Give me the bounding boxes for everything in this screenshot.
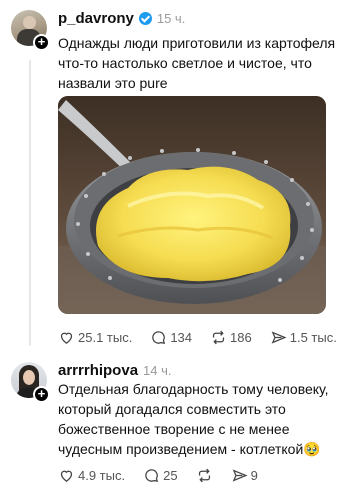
heart-icon — [60, 470, 73, 482]
post-actions: 25.1 тыс. 134 186 1.5 тыс. — [58, 329, 355, 346]
post-text: Отдельная благодарность тому человеку, к… — [58, 381, 329, 457]
username[interactable]: p_davrony — [58, 10, 134, 27]
like-count: 4.9 тыс. — [78, 468, 126, 483]
post-actions: 4.9 тыс. 25 9 — [58, 467, 276, 484]
avatar-container[interactable]: + — [11, 362, 50, 403]
comment-icon — [145, 469, 159, 482]
reply-post: + arrrrhipova 14 ч. Отдельная благодарно… — [0, 350, 360, 499]
comment-button[interactable]: 25 — [143, 467, 178, 484]
share-icon — [232, 469, 248, 482]
post-header: p_davrony 15 ч. — [58, 10, 185, 27]
like-button[interactable]: 4.9 тыс. — [58, 467, 125, 484]
comment-icon — [152, 331, 166, 344]
post-time: 15 ч. — [156, 11, 186, 26]
thread-connector-line — [29, 60, 31, 346]
repost-icon — [212, 330, 225, 345]
repost-count: 186 — [230, 330, 252, 345]
avatar-face — [23, 370, 35, 385]
follow-plus-icon[interactable]: + — [33, 34, 50, 51]
share-count: 1.5 тыс. — [289, 330, 337, 345]
mashed-potatoes-photo — [58, 96, 326, 314]
post-time: 14 ч. — [143, 363, 172, 378]
share-button[interactable]: 1.5 тыс. — [270, 329, 337, 346]
verified-badge-icon — [138, 12, 152, 25]
repost-button[interactable]: 186 — [210, 329, 252, 346]
like-count: 25.1 тыс. — [78, 330, 133, 345]
post-text: Однажды люди приготовили из картофеля чт… — [58, 35, 336, 91]
follow-plus-icon[interactable]: + — [33, 386, 50, 403]
comment-count: 25 — [163, 468, 178, 483]
repost-button[interactable] — [196, 467, 213, 484]
avatar-container[interactable]: + — [11, 10, 50, 51]
thread-post: + p_davrony 15 ч. Однажды люди приготови… — [0, 0, 360, 350]
heart-icon — [60, 332, 73, 344]
avatar-head — [23, 16, 36, 29]
share-count: 9 — [250, 468, 258, 483]
username[interactable]: arrrrhipova — [58, 362, 138, 379]
share-icon — [271, 331, 287, 344]
comment-button[interactable]: 134 — [150, 329, 192, 346]
post-image[interactable] — [58, 96, 326, 314]
share-button[interactable]: 9 — [231, 467, 258, 484]
post-header: arrrrhipova 14 ч. — [58, 362, 172, 379]
repost-icon — [198, 468, 210, 483]
like-button[interactable]: 25.1 тыс. — [58, 329, 132, 346]
comment-count: 134 — [170, 330, 193, 345]
